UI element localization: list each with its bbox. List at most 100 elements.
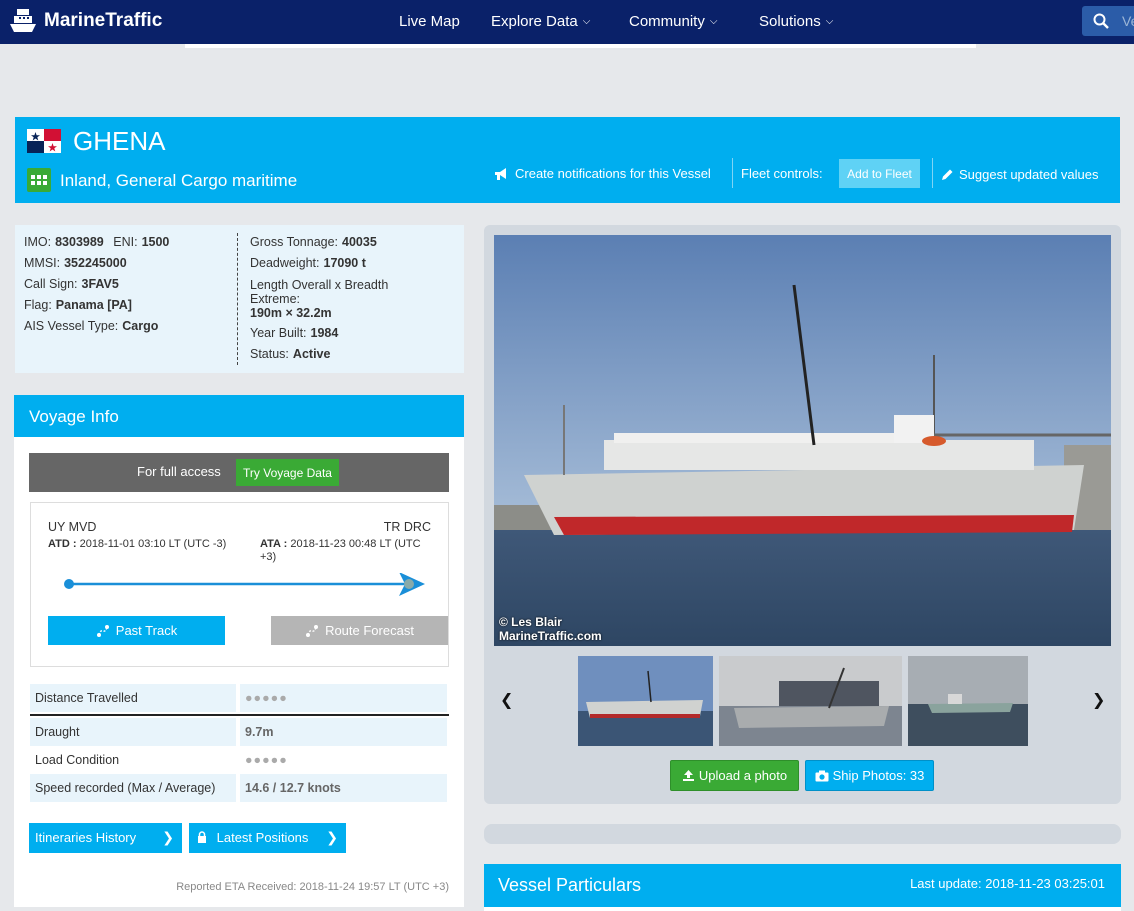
past-track-label: Past Track xyxy=(115,623,178,638)
imo-line: IMO: 8303989 ENI: 1500 xyxy=(24,235,169,256)
search-input[interactable]: Ve xyxy=(1082,6,1134,36)
reported-eta: Reported ETA Received: 2018-11-24 19:57 … xyxy=(176,881,449,893)
next-photo-arrow-icon[interactable]: ❯ xyxy=(1092,690,1105,710)
status-line: Status: Active xyxy=(250,347,388,368)
panama-flag-icon xyxy=(27,129,61,153)
status-value: Active xyxy=(292,347,331,361)
stat-label: Distance Travelled xyxy=(30,684,238,712)
summary-left-column: IMO: 8303989 ENI: 1500 MMSI: 352245000 Call… xyxy=(24,235,169,340)
nav-live-map-label: Live Map xyxy=(399,13,460,30)
flag-line: Flag: Panama [PA] xyxy=(24,298,169,319)
deadweight-value: 17090 t xyxy=(323,256,366,270)
arrival-port-code: DRC xyxy=(403,520,431,534)
year-built-value: 1984 xyxy=(310,326,339,340)
chevron-down-icon: ⌵ xyxy=(709,16,718,27)
arrival-port[interactable]: TR DRC xyxy=(384,520,431,534)
vessel-summary-box: IMO: 8303989 ENI: 1500 MMSI: 352245000 Call… xyxy=(15,225,464,373)
photo-credit-author: © Les Blair xyxy=(499,615,562,629)
nav-community[interactable]: Community ⌵ xyxy=(629,13,717,30)
past-track-button[interactable]: Past Track xyxy=(48,616,225,645)
length-line: Length Overall x Breadth Extreme: 190m ×… xyxy=(250,278,388,320)
nav-community-label: Community xyxy=(629,13,705,30)
pencil-icon xyxy=(942,169,953,180)
route-box: UY MVD TR DRC ATD : 2018-11-01 03:10 LT … xyxy=(30,502,449,667)
track-icon xyxy=(96,624,109,637)
ais-type-line: AIS Vessel Type: Cargo xyxy=(24,319,169,340)
route-forecast-label: Route Forecast xyxy=(325,623,414,638)
vessel-particulars-title: Vessel Particulars xyxy=(498,875,642,895)
divider xyxy=(732,158,733,188)
departure-country: UY xyxy=(48,520,66,534)
call-sign-label: Call Sign: xyxy=(24,277,78,291)
ship-photos-label: Ship Photos: 33 xyxy=(832,768,925,783)
nav-solutions[interactable]: Solutions ⌵ xyxy=(759,13,833,30)
photo-thumbnail[interactable] xyxy=(719,656,902,746)
full-access-bar: For full access Try Voyage Data xyxy=(29,453,449,492)
empty-section-bar xyxy=(484,824,1121,844)
ship-photos-button[interactable]: Ship Photos: 33 xyxy=(805,760,934,791)
nav-explore-data[interactable]: Explore Data ⌵ xyxy=(491,13,590,30)
atd-label: ATD : xyxy=(48,538,77,550)
create-notifications-link[interactable]: Create notifications for this Vessel xyxy=(494,166,711,181)
call-sign-line: Call Sign: 3FAV5 xyxy=(24,277,169,298)
latest-positions-button[interactable]: Latest Positions ❯ xyxy=(189,823,346,853)
itineraries-history-button[interactable]: Itineraries History ❯ xyxy=(29,823,182,853)
chevron-right-icon: ❯ xyxy=(326,829,338,845)
ata-line: ATA : 2018-11-23 00:48 LT (UTC +3) xyxy=(260,538,434,564)
departure-port-code: MVD xyxy=(68,520,97,534)
search-icon xyxy=(1093,13,1109,29)
photo-thumbnail[interactable] xyxy=(578,656,713,746)
upload-photo-button[interactable]: Upload a photo xyxy=(670,760,799,791)
photo-panel: © Les Blair MarineTraffic.com ❮ ❯ Upload… xyxy=(484,225,1121,804)
main-vessel-photo[interactable]: © Les Blair MarineTraffic.com xyxy=(494,235,1111,646)
suggest-updated-values-link[interactable]: Suggest updated values xyxy=(941,167,1099,182)
summary-right-column: Gross Tonnage: 40035 Deadweight: 17090 t L… xyxy=(250,235,388,368)
suggest-updated-values-label: Suggest updated values xyxy=(959,167,1099,182)
voyage-info-title: Voyage Info xyxy=(14,395,464,437)
itineraries-history-label: Itineraries History xyxy=(35,830,137,845)
divider xyxy=(30,714,449,716)
arrival-country: TR xyxy=(383,520,401,534)
imo-value: 8303989 xyxy=(55,235,104,249)
nav-solutions-label: Solutions xyxy=(759,13,821,30)
add-to-fleet-button[interactable]: Add to Fleet xyxy=(839,159,920,188)
try-voyage-data-button[interactable]: Try Voyage Data xyxy=(236,459,339,486)
stat-label: Load Condition xyxy=(30,746,238,774)
eni-label: ENI: xyxy=(113,235,138,249)
previous-photo-arrow-icon[interactable]: ❮ xyxy=(500,690,513,710)
photo-credit: © Les Blair MarineTraffic.com xyxy=(499,615,602,643)
gross-tonnage-label: Gross Tonnage: xyxy=(250,235,339,249)
eni-value: 1500 xyxy=(141,235,170,249)
search-placeholder: Ve xyxy=(1122,13,1134,29)
latest-positions-label: Latest Positions xyxy=(216,830,309,845)
chevron-down-icon: ⌵ xyxy=(825,16,834,27)
length-label-1: Length Overall x Breadth xyxy=(250,278,389,292)
thumbnail-image xyxy=(578,656,713,746)
nav-explore-data-label: Explore Data xyxy=(491,13,578,30)
call-sign-value: 3FAV5 xyxy=(81,277,119,291)
hidden-value: ●●●●● xyxy=(245,753,288,767)
vessel-header-banner: GHENA Inland, General Cargo maritime Cre… xyxy=(15,117,1120,203)
mmsi-label: MMSI: xyxy=(24,256,61,270)
nav-live-map[interactable]: Live Map xyxy=(399,13,460,30)
ais-type-label: AIS Vessel Type: xyxy=(24,319,119,333)
departure-port[interactable]: UY MVD xyxy=(48,520,96,534)
route-forecast-button[interactable]: Route Forecast xyxy=(271,616,448,645)
chevron-down-icon: ⌵ xyxy=(582,16,591,27)
photo-thumbnail[interactable] xyxy=(908,656,1028,746)
year-built-line: Year Built: 1984 xyxy=(250,326,388,347)
status-label: Status: xyxy=(250,347,289,361)
year-built-label: Year Built: xyxy=(250,326,307,340)
length-label-2: Extreme: xyxy=(250,292,301,306)
particulars-strip xyxy=(484,907,1121,911)
ais-type-value: Cargo xyxy=(122,319,159,333)
atd-line: ATD : 2018-11-01 03:10 LT (UTC -3) xyxy=(48,538,228,551)
brand-logo[interactable]: MarineTraffic xyxy=(8,6,162,36)
upload-icon xyxy=(682,770,694,781)
deadweight-label: Deadweight: xyxy=(250,256,320,270)
vessel-position-marker xyxy=(404,579,414,589)
stat-speed-recorded: Speed recorded (Max / Average) 14.6 / 12… xyxy=(30,774,447,802)
thumbnail-image xyxy=(719,656,902,746)
stat-value: ●●●●● xyxy=(240,684,447,712)
upload-photo-label: Upload a photo xyxy=(698,768,788,783)
